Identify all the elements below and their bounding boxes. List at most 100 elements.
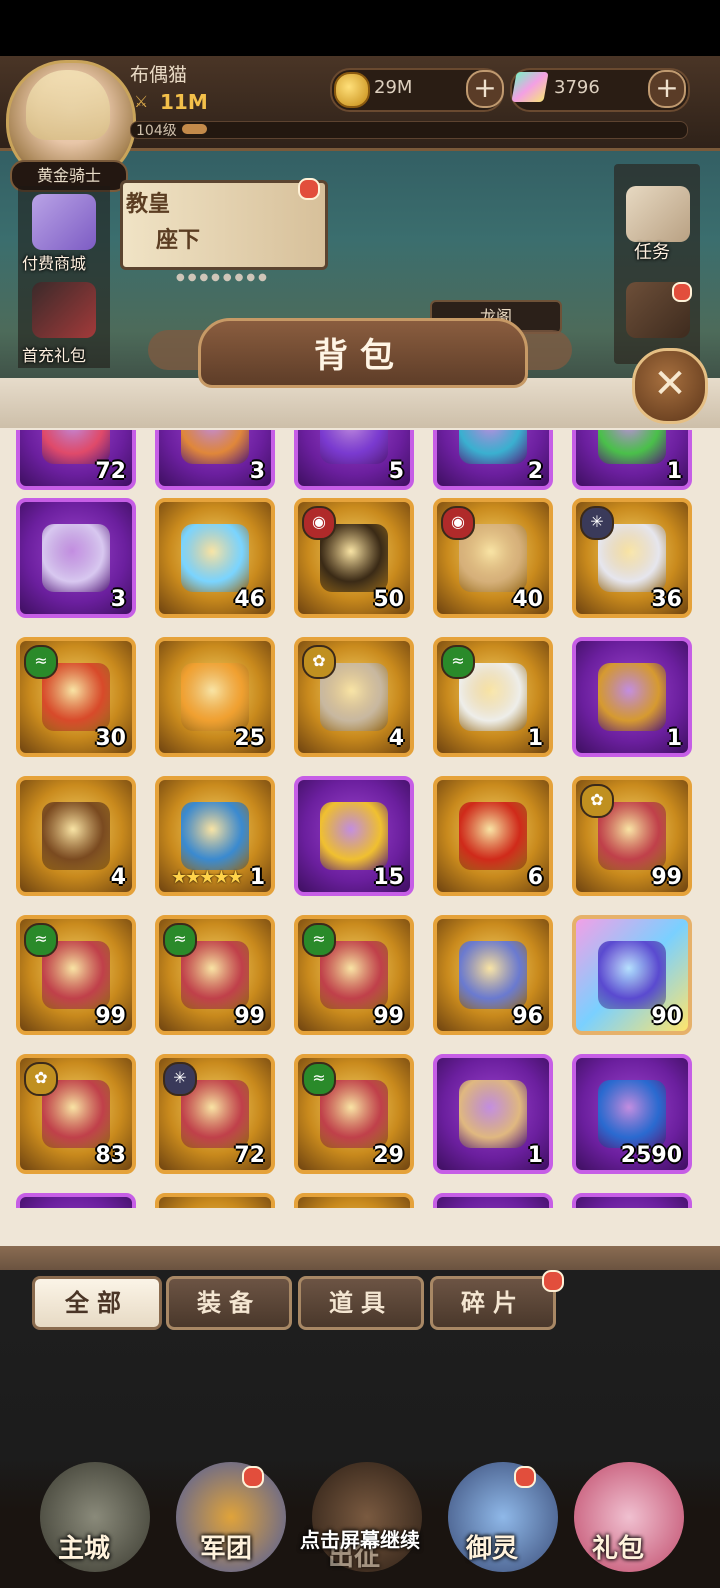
bag-item-slot[interactable]: ✿ 4 <box>294 637 414 757</box>
bag-item-slot[interactable]: ✿ 99 <box>572 776 692 896</box>
item-quantity: 99 <box>373 1004 404 1029</box>
bag-item-slot[interactable]: 90 <box>572 915 692 1035</box>
bag-item-slot[interactable] <box>294 1193 414 1208</box>
element-wind-icon: ≈ <box>302 923 336 957</box>
wood-chest-icon <box>42 802 110 870</box>
bag-item-slot[interactable]: 6 <box>433 776 553 896</box>
bag-item-slot[interactable]: 96 <box>433 915 553 1035</box>
item-quantity: 40 <box>512 587 543 612</box>
bag-item-slot[interactable]: 1 <box>433 1054 553 1174</box>
bag-item-slot[interactable]: ✳ 72 <box>155 1054 275 1174</box>
item-quantity: 5 <box>388 459 404 484</box>
gold-coin-icon <box>334 72 370 108</box>
bag-item-slot[interactable]: ≈99 <box>155 915 275 1035</box>
element-rose-icon: ✿ <box>580 784 614 818</box>
red-apple-icon <box>459 802 527 870</box>
item-quantity: 4 <box>388 726 404 751</box>
item-quantity: 1 <box>527 726 543 751</box>
puzzle-cube-icon <box>181 663 249 731</box>
item-quantity: 3 <box>110 587 126 612</box>
bag-item-slot[interactable]: 4 <box>16 776 136 896</box>
bag-item-grid[interactable]: 72 3 5 2 1 3 46 ◉ 50 ◉ 40 ✳ 36 ≈30 25 ✿ 4 ≈1 1 4 ★★★★★ 1 15 6 ✿ 9… <box>0 430 720 1208</box>
crystal-chest-icon <box>42 524 110 592</box>
bag-item-slot[interactable] <box>572 1193 692 1208</box>
prism-gem-icon <box>598 941 666 1009</box>
tab-equipment[interactable]: 装备 <box>166 1276 292 1330</box>
rose-orange-icon <box>181 430 249 464</box>
bag-item-slot[interactable]: ✿ 83 <box>16 1054 136 1174</box>
bag-item-slot[interactable] <box>155 1193 275 1208</box>
item-quantity: 15 <box>373 865 404 890</box>
bag-item-slot[interactable]: ≈99 <box>16 915 136 1035</box>
bag-item-slot[interactable]: 1 <box>572 637 692 757</box>
close-icon: ✕ <box>653 361 687 407</box>
bag-item-slot[interactable]: 46 <box>155 498 275 618</box>
bag-item-slot[interactable]: 1 <box>572 430 692 490</box>
quest-scroll-icon[interactable] <box>626 186 690 242</box>
item-quantity: 1 <box>666 726 682 751</box>
bag-item-slot[interactable]: ≈30 <box>16 637 136 757</box>
element-wind-icon: ≈ <box>163 923 197 957</box>
first-recharge-label[interactable]: 首充礼包 <box>22 342 86 366</box>
item-quantity: 1 <box>249 865 265 890</box>
item-quantity: 1 <box>666 459 682 484</box>
legion-notification-dot <box>242 1466 264 1488</box>
bag-item-slot[interactable]: ≈1 <box>433 637 553 757</box>
bag-item-slot[interactable]: ◉ 50 <box>294 498 414 618</box>
close-button[interactable]: ✕ <box>632 348 708 424</box>
bag-item-slot[interactable]: 3 <box>16 498 136 618</box>
avatar-hair-decoration <box>26 70 110 140</box>
level-progress-fill <box>182 124 207 134</box>
astrolabe-icon <box>459 941 527 1009</box>
status-bar-area <box>0 0 720 56</box>
power-value: 11M <box>160 90 208 114</box>
bag-item-slot[interactable]: ≈29 <box>294 1054 414 1174</box>
element-fire-icon: ◉ <box>302 506 336 540</box>
bag-item-slot[interactable] <box>16 1193 136 1208</box>
bag-item-slot[interactable]: 2 <box>433 430 553 490</box>
paid-shop-icon[interactable] <box>32 194 96 250</box>
bag-item-slot[interactable]: ≈99 <box>294 915 414 1035</box>
add-gold-button[interactable]: + <box>466 70 504 108</box>
item-quantity: 36 <box>651 587 682 612</box>
item-quantity: 90 <box>651 1004 682 1029</box>
bag-item-slot[interactable]: ★★★★★ 1 <box>155 776 275 896</box>
bag-item-slot[interactable]: 72 <box>16 430 136 490</box>
tab-items[interactable]: 道具 <box>298 1276 424 1330</box>
bag-item-slot[interactable]: ◉ 40 <box>433 498 553 618</box>
paid-shop-label[interactable]: 付费商城 <box>22 250 86 274</box>
banner-title-line2: 座下 <box>156 227 201 253</box>
bag-item-slot[interactable]: 3 <box>155 430 275 490</box>
bag-panel-bottom-edge <box>0 1246 720 1270</box>
tab-all[interactable]: 全部 <box>32 1276 162 1330</box>
bag-item-slot[interactable]: 2590 <box>572 1054 692 1174</box>
bag-item-slot[interactable] <box>433 1193 553 1208</box>
item-quantity: 4 <box>110 865 126 890</box>
tap-to-continue-hint[interactable]: 点击屏幕继续 <box>0 1524 720 1553</box>
element-rose-icon: ✿ <box>302 645 336 679</box>
banner-carousel-dots[interactable]: ●●●●●●●● <box>176 272 270 283</box>
scroll-card-icon <box>459 1080 527 1148</box>
banner-notification-dot <box>298 178 320 200</box>
tab-fragments[interactable]: 碎片 <box>430 1276 556 1330</box>
rose-green-icon <box>598 430 666 464</box>
power-icon: ⚔ <box>134 92 149 111</box>
item-quantity: 46 <box>234 587 265 612</box>
add-gem-button[interactable]: + <box>648 70 686 108</box>
bag-item-slot[interactable]: 5 <box>294 430 414 490</box>
bag-item-slot[interactable]: 25 <box>155 637 275 757</box>
bag-item-slot[interactable]: ✳ 36 <box>572 498 692 618</box>
element-wind-icon: ≈ <box>24 645 58 679</box>
quest-label[interactable]: 任务 <box>634 238 670 264</box>
element-rose-icon: ✿ <box>24 1062 58 1096</box>
item-quantity: 29 <box>373 1143 404 1168</box>
player-name: 布偶猫 <box>130 64 188 86</box>
first-recharge-icon[interactable] <box>32 282 96 338</box>
puzzle-piece-icon <box>598 663 666 731</box>
item-quantity: 99 <box>95 1004 126 1029</box>
bag-item-slot[interactable]: 15 <box>294 776 414 896</box>
gem-icon <box>511 72 549 102</box>
level-progress-bar <box>130 121 688 139</box>
element-fire-icon: ◉ <box>441 506 475 540</box>
item-quantity: 99 <box>651 865 682 890</box>
